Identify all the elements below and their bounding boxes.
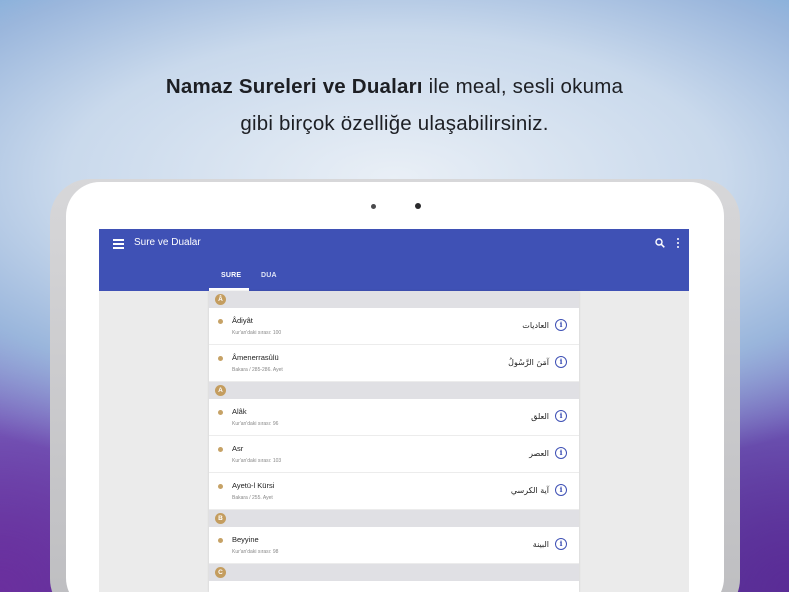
item-arabic: العلق [531, 412, 549, 421]
tab-dua[interactable]: DUA [261, 272, 277, 279]
item-name: Alâk [232, 407, 247, 416]
tab-sure[interactable]: SURE [221, 272, 241, 279]
item-subtitle: Kur'an'daki sırası: 100 [232, 330, 282, 336]
list-item[interactable]: Alâk Kur'an'daki sırası: 96 العلق i [209, 399, 579, 436]
list-item[interactable]: Asr Kur'an'daki sırası: 103 العصر i [209, 436, 579, 473]
section-header: Â [209, 291, 579, 308]
tablet-screen: Sure ve Dualar SURE DUA Â Âdiyât Kur'an'… [99, 229, 689, 592]
sensor-dot [371, 204, 376, 209]
section-letter-badge: Â [215, 294, 226, 305]
bullet-dot [218, 356, 223, 361]
item-subtitle: Kur'an'daki sırası: 98 [232, 549, 279, 555]
bullet-dot [218, 538, 223, 543]
bullet-dot [218, 447, 223, 452]
more-vert-icon[interactable] [676, 238, 680, 248]
info-icon[interactable]: i [555, 410, 567, 422]
headline-line2: gibi birçok özelliğe ulaşabilirsiniz. [240, 112, 549, 135]
headline-bold: Namaz Sureleri ve Duaları [165, 75, 423, 98]
item-name: Beyyine [232, 535, 259, 544]
item-name: Asr [232, 444, 244, 453]
section-letter-badge: C [215, 567, 226, 578]
info-icon[interactable]: i [555, 447, 567, 459]
bullet-dot [218, 484, 223, 489]
list-item[interactable]: Âmenerrasûlü Bakara / 285-286. Ayet آمَن… [209, 345, 579, 382]
item-subtitle: Kur'an'daki sırası: 103 [232, 458, 282, 464]
info-icon[interactable]: i [555, 484, 567, 496]
sure-list: Â Âdiyât Kur'an'daki sırası: 100 العاديا… [209, 291, 579, 592]
item-subtitle: Kur'an'daki sırası: 96 [232, 421, 279, 427]
app-bar: Sure ve Dualar SURE DUA [99, 229, 689, 291]
info-icon[interactable]: i [555, 356, 567, 368]
item-name: Âdiyât [232, 316, 253, 325]
section-header: B [209, 510, 579, 527]
search-icon[interactable] [655, 238, 665, 248]
item-arabic: البينة [532, 540, 549, 549]
info-icon[interactable]: i [555, 319, 567, 331]
section-header: C [209, 564, 579, 581]
list-item[interactable]: Ayetü-l Kürsi Bakara / 255. Ayet آية الك… [209, 473, 579, 510]
item-name: Ayetü-l Kürsi [232, 481, 275, 490]
item-arabic: العاديات [522, 321, 549, 330]
bullet-dot [218, 319, 223, 324]
bullet-dot [218, 410, 223, 415]
list-item[interactable]: Âdiyât Kur'an'daki sırası: 100 العاديات … [209, 308, 579, 345]
section-letter-badge: A [215, 385, 226, 396]
item-subtitle: Bakara / 285-286. Ayet [232, 367, 283, 373]
hamburger-menu-icon[interactable] [113, 239, 125, 249]
headline-line1: ile meal, sesli okuma [422, 75, 624, 98]
item-arabic: آية الكرسي [510, 486, 549, 495]
item-arabic: العصر [529, 449, 549, 458]
info-icon[interactable]: i [555, 538, 567, 550]
item-arabic: آمَنَ الرَّسُولُ [508, 358, 549, 367]
section-header: A [209, 382, 579, 399]
app-title: Sure ve Dualar [134, 237, 201, 248]
item-subtitle: Bakara / 255. Ayet [232, 495, 273, 501]
section-letter-badge: B [215, 513, 226, 524]
promo-headline: Namaz Sureleri ve Duaları ile meal, sesl… [0, 68, 789, 142]
item-name: Âmenerrasûlü [232, 353, 279, 362]
camera-dot [415, 203, 421, 209]
list-item[interactable]: Beyyine Kur'an'daki sırası: 98 البينة i [209, 527, 579, 564]
